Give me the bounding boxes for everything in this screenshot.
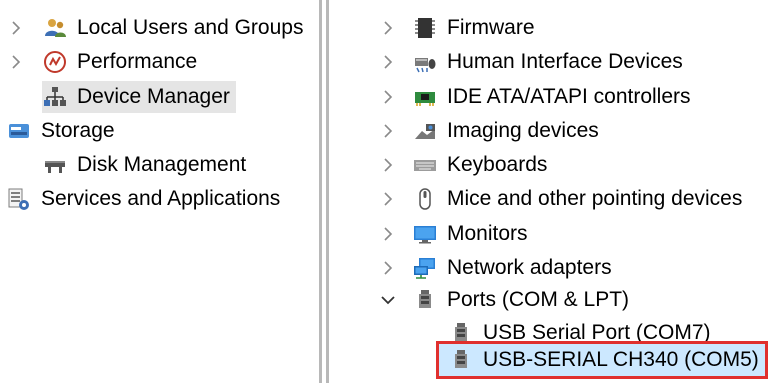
device-category-label: Human Interface Devices [447, 50, 683, 73]
device-category-imaging[interactable]: Imaging devices [412, 115, 599, 147]
port-icon [412, 287, 438, 313]
device-category-keyboards[interactable]: Keyboards [412, 149, 547, 181]
device-category-label: Keyboards [447, 153, 548, 176]
device-category-ports[interactable]: Ports (COM & LPT) [412, 284, 629, 316]
device-category-label: Imaging devices [447, 119, 599, 142]
collapse-chevron-icon[interactable] [378, 284, 398, 316]
device-category-label: Mice and other pointing devices [447, 187, 743, 210]
device-category-mice[interactable]: Mice and other pointing devices [412, 183, 742, 215]
firmware-icon [412, 15, 438, 41]
device-category-hid[interactable]: Human Interface Devices [412, 46, 683, 78]
expand-chevron-icon[interactable] [378, 115, 398, 147]
expand-chevron-icon[interactable] [378, 218, 398, 250]
ide-controller-icon [412, 84, 438, 110]
device-category-label: Ports (COM & LPT) [447, 288, 630, 311]
device-category-monitors[interactable]: Monitors [412, 218, 528, 250]
network-icon [412, 255, 438, 281]
device-category-label: IDE ATA/ATAPI controllers [447, 85, 691, 108]
expand-chevron-icon[interactable] [378, 46, 398, 78]
mouse-icon [412, 186, 438, 212]
keyboard-icon [412, 152, 438, 178]
device-tree-pane: Firmware Human Interface Devices IDE ATA… [0, 0, 772, 383]
expand-chevron-icon[interactable] [378, 149, 398, 181]
expand-chevron-icon[interactable] [378, 81, 398, 113]
device-category-label: Firmware [447, 16, 535, 39]
device-category-firmware[interactable]: Firmware [412, 12, 535, 44]
hid-icon [412, 49, 438, 75]
device-category-ide[interactable]: IDE ATA/ATAPI controllers [412, 81, 691, 113]
highlight-annotation-box [436, 341, 768, 379]
device-category-network[interactable]: Network adapters [412, 252, 612, 284]
expand-chevron-icon[interactable] [378, 252, 398, 284]
monitor-icon [412, 221, 438, 247]
device-category-label: Network adapters [447, 256, 612, 279]
camera-icon [412, 118, 438, 144]
device-category-label: Monitors [447, 222, 528, 245]
expand-chevron-icon[interactable] [378, 183, 398, 215]
expand-chevron-icon[interactable] [378, 12, 398, 44]
